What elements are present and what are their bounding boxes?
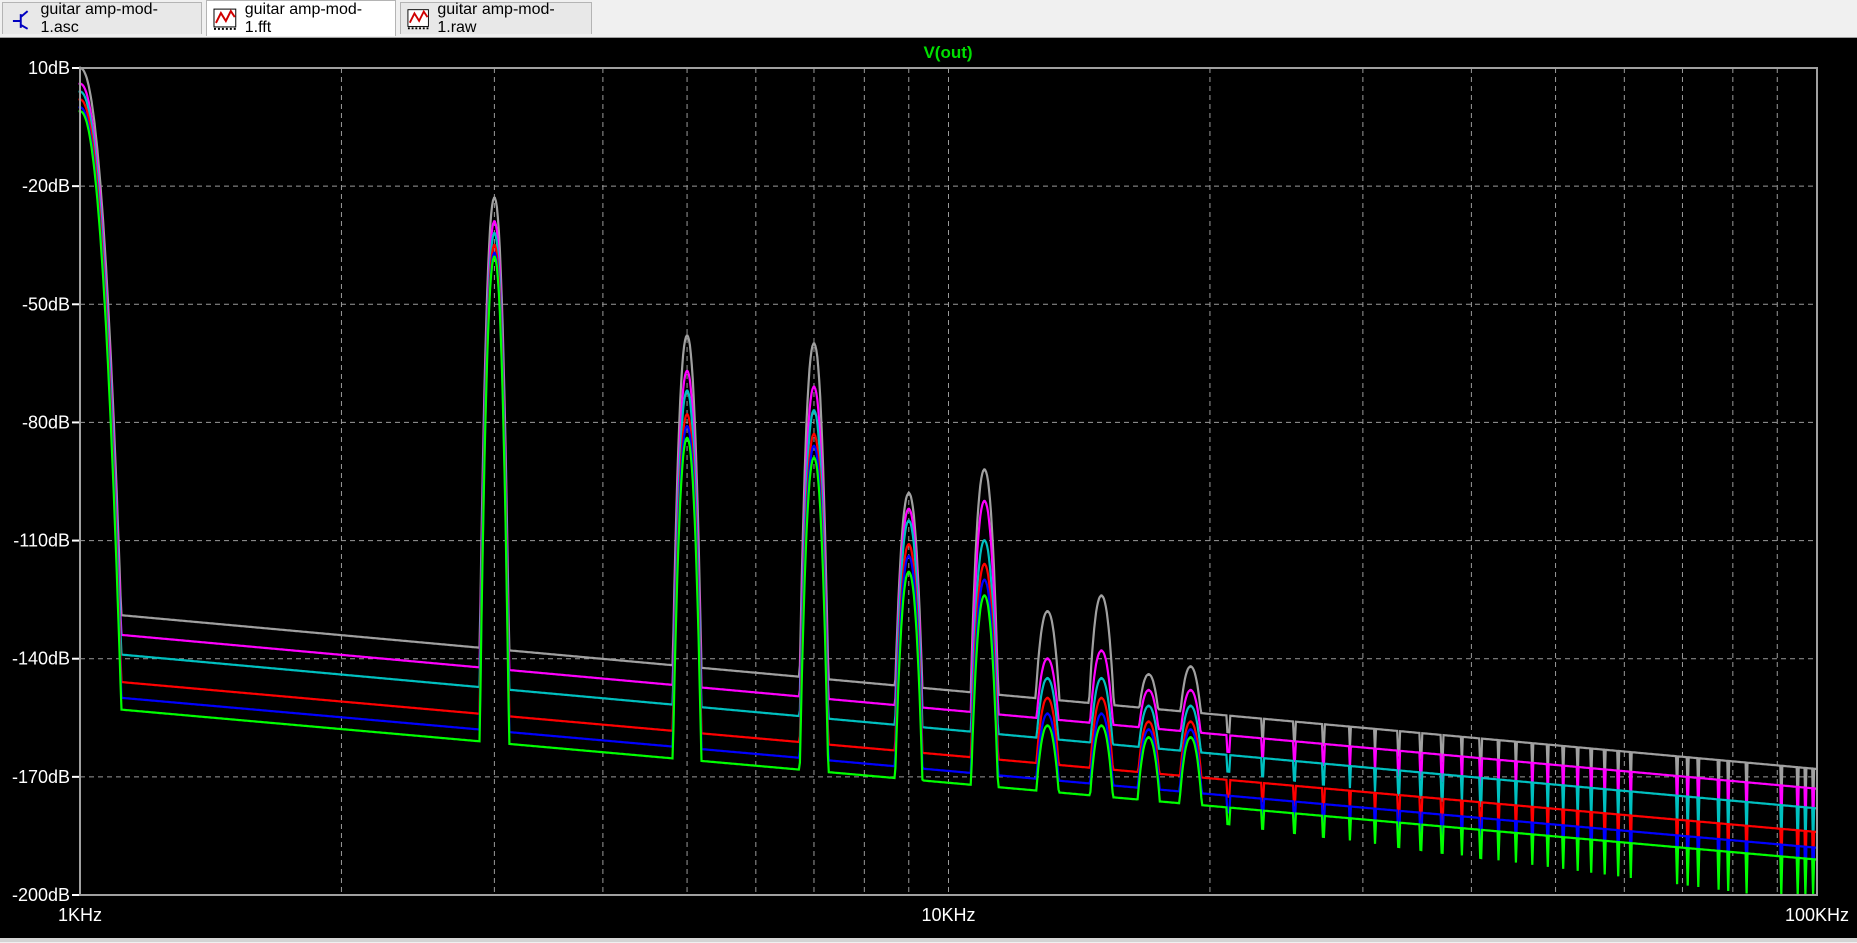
trace-peak-point <box>812 409 816 413</box>
trace-peak-point <box>492 243 496 247</box>
trace-peak-point <box>1189 688 1193 692</box>
trace-peak-point <box>982 499 986 503</box>
tab-raw[interactable]: guitar amp-mod-1.raw <box>400 0 592 36</box>
trace-peak-point <box>907 519 911 523</box>
trace-peak-point <box>1147 673 1151 676</box>
trace-peak-point <box>1189 704 1193 708</box>
trace-peak-point <box>907 543 911 546</box>
trace-peak-point <box>685 389 689 393</box>
trace-peak-point <box>812 342 816 346</box>
trace-peak-point <box>1046 696 1049 700</box>
trace-peak-point <box>1046 724 1049 728</box>
trace-peak-point <box>1099 594 1103 598</box>
trace-peak-point <box>1147 704 1151 708</box>
plot-traces <box>78 66 1818 896</box>
y-tick-label: -200dB <box>12 885 70 905</box>
status-strip <box>0 938 1857 942</box>
trace-peak-point <box>1147 736 1151 739</box>
x-axis-ticks: 1KHz 10KHz 100KHz <box>58 905 1849 925</box>
waveform-icon <box>407 8 429 29</box>
trace-title[interactable]: V(out) <box>923 43 972 62</box>
trace-peak-point <box>812 432 816 436</box>
y-tick-label: -20dB <box>22 176 70 196</box>
trace-peak-point <box>1099 712 1103 716</box>
tab-fft[interactable]: guitar amp-mod-1.fft <box>206 0 396 36</box>
waveform-icon <box>213 8 237 30</box>
trace-peak-point <box>1046 676 1049 680</box>
trace-peak-point <box>907 491 911 495</box>
trace-peak-point <box>1099 696 1103 700</box>
x-tick-label: 1KHz <box>58 905 102 925</box>
trace-peak-point <box>907 570 911 574</box>
trace-peak-point <box>685 413 689 417</box>
trace-peak-point <box>812 444 816 448</box>
trace-peak-point <box>1147 720 1151 724</box>
trace-peak-point <box>982 539 986 543</box>
trace-peak-point <box>907 507 911 511</box>
y-axis-ticks: 10dB -20dB -50dB -80dB -110dB -140dB -170dB -20… <box>12 58 80 905</box>
trace-peak-point <box>1099 724 1103 728</box>
trace-peak-point <box>1046 657 1049 661</box>
trace-peak-point <box>685 436 689 440</box>
trace-peak-point <box>1046 712 1049 716</box>
y-tick-label: 10dB <box>28 58 70 78</box>
fft-chart[interactable]: V(out) 10dB -20dB -50dB -80dB -110dB -140dB -1… <box>0 38 1857 938</box>
trace-peak-point <box>685 369 689 373</box>
document-tab-bar: guitar amp-mod-1.asc guitar amp-mod-1.ff… <box>0 0 1857 38</box>
trace-peak-point <box>492 255 496 259</box>
trace-peak-point <box>812 456 816 460</box>
trace-peak-point <box>685 424 689 428</box>
trace-peak-point <box>1147 688 1151 692</box>
trace-peak-point <box>1189 728 1193 732</box>
tab-label: guitar amp-mod-1.fft <box>244 0 363 36</box>
schematic-icon <box>12 9 29 30</box>
trace-peak-point <box>982 578 986 582</box>
trace-peak-point <box>812 385 816 389</box>
x-tick-label: 10KHz <box>921 905 975 925</box>
y-tick-label: -110dB <box>13 531 70 551</box>
trace-peak-point <box>1099 649 1103 653</box>
y-tick-label: -80dB <box>22 412 70 432</box>
trace-peak-point <box>907 554 911 558</box>
waveform-plot-pane[interactable]: V(out) 10dB -20dB -50dB -80dB -110dB -140dB -1… <box>0 38 1857 938</box>
tab-label: guitar amp-mod-1.raw <box>437 0 555 36</box>
y-tick-label: -170dB <box>12 767 70 787</box>
trace-peak-point <box>685 334 689 338</box>
trace-peak-point <box>1189 665 1193 669</box>
trace-peak-point <box>492 251 496 255</box>
trace-peak-point <box>1147 728 1151 732</box>
trace-peak-point <box>492 196 496 200</box>
trace-peak-point <box>1099 676 1103 680</box>
tab-asc[interactable]: guitar amp-mod-1.asc <box>2 0 202 36</box>
trace-peak-point <box>982 594 986 598</box>
trace-peak-point <box>492 231 496 235</box>
x-tick-label: 100KHz <box>1785 905 1849 925</box>
trace-peak-point <box>982 562 986 566</box>
trace-peak-point <box>1189 720 1193 724</box>
trace-peak-point <box>982 468 986 472</box>
trace-peak-point <box>1189 736 1193 739</box>
y-tick-label: -140dB <box>12 649 70 669</box>
trace-peak-point <box>492 220 496 224</box>
y-tick-label: -50dB <box>22 294 70 314</box>
tab-label: guitar amp-mod-1.asc <box>40 0 158 36</box>
trace-peak-point <box>1046 610 1049 613</box>
